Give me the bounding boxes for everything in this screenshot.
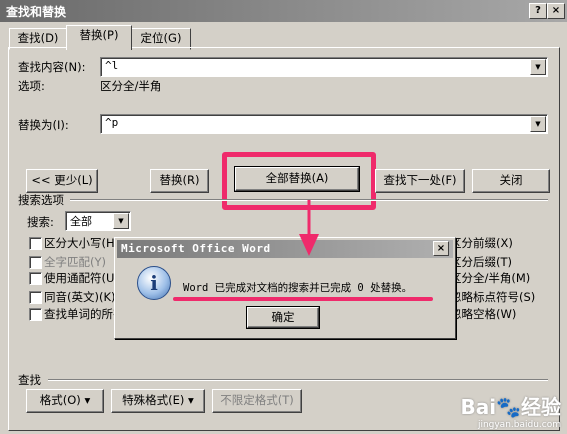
- search-direction-dropdown-icon[interactable]: ▼: [113, 213, 129, 229]
- prefix-label: 区分前缀(X): [450, 236, 513, 250]
- replace-dropdown-icon[interactable]: ▼: [530, 116, 546, 132]
- find-value: ^l: [105, 59, 119, 72]
- message-title: Microsoft Office Word: [121, 242, 271, 255]
- search-options-heading: 搜索选项: [18, 193, 64, 207]
- close-button[interactable]: ×: [547, 3, 565, 19]
- all-forms-checkbox[interactable]: [29, 308, 42, 321]
- search-label: 搜索:: [27, 215, 54, 229]
- replace-label: 替换为(I):: [18, 118, 69, 132]
- completion-message-box: Microsoft Office Word × i Word 已完成对文档的搜索…: [114, 237, 456, 339]
- match-case-label: 区分大小写(H): [44, 236, 120, 250]
- window-title: 查找和替换: [6, 5, 67, 19]
- replace-value: ^p: [105, 116, 119, 129]
- sounds-like-label: 同音(英文)(K): [44, 290, 116, 304]
- search-direction-select[interactable]: 全部 ▼: [65, 211, 131, 231]
- message-close-button[interactable]: ×: [433, 241, 449, 256]
- replace-input[interactable]: ^p ▼: [100, 114, 548, 134]
- ok-button[interactable]: 确定: [246, 306, 320, 329]
- suffix-label: 区分后缀(T): [450, 255, 512, 269]
- find-dropdown-icon[interactable]: ▼: [530, 59, 546, 75]
- underline-mark: [173, 297, 433, 301]
- message-text: Word 已完成对文档的搜索并已完成 0 处替换。: [183, 282, 413, 294]
- whitespace-label: 忽略空格(W): [450, 307, 517, 321]
- replace-button[interactable]: 替换(R): [150, 169, 209, 193]
- punctuation-label: 忽略标点符号(S): [450, 290, 536, 304]
- watermark-brand: Bai🐾经验: [460, 395, 562, 419]
- tab-replace[interactable]: 替换(P): [66, 25, 132, 50]
- find-input[interactable]: ^l ▼: [100, 57, 548, 77]
- find-group-heading: 查找: [18, 373, 41, 387]
- watermark-url: jingyan.baidu.com: [477, 420, 561, 430]
- special-button[interactable]: 特殊格式(E) ▾: [111, 389, 205, 413]
- whole-word-label: 全字匹配(Y): [44, 255, 106, 269]
- find-group-divider: [48, 379, 548, 381]
- options-label: 选项:: [18, 79, 45, 93]
- format-button[interactable]: 格式(O) ▾: [26, 389, 104, 413]
- find-label: 查找内容(N):: [18, 60, 86, 74]
- search-direction-value: 全部: [70, 215, 92, 228]
- sounds-like-checkbox[interactable]: [29, 291, 42, 304]
- message-title-bar: Microsoft Office Word ×: [117, 240, 453, 258]
- no-formatting-button: 不限定格式(T): [212, 389, 302, 413]
- width-label: 区分全/半角(M): [450, 271, 531, 285]
- arrow-down-icon: [299, 200, 319, 256]
- whole-word-checkbox: [29, 256, 42, 269]
- options-value: 区分全/半角: [100, 79, 162, 93]
- help-button[interactable]: ?: [529, 3, 547, 19]
- title-bar: 查找和替换 ? ×: [0, 0, 567, 22]
- replace-all-button[interactable]: 全部替换(A): [234, 166, 360, 192]
- match-case-checkbox[interactable]: [29, 237, 42, 250]
- wildcards-label: 使用通配符(U): [44, 271, 119, 285]
- less-button[interactable]: << 更少(L): [26, 169, 98, 193]
- find-next-button[interactable]: 查找下一处(F): [375, 169, 465, 193]
- watermark: Bai🐾经验 jingyan.baidu.com: [461, 391, 562, 430]
- wildcards-checkbox[interactable]: [29, 272, 42, 285]
- information-icon: i: [137, 266, 171, 300]
- close-dialog-button[interactable]: 关闭: [472, 169, 550, 193]
